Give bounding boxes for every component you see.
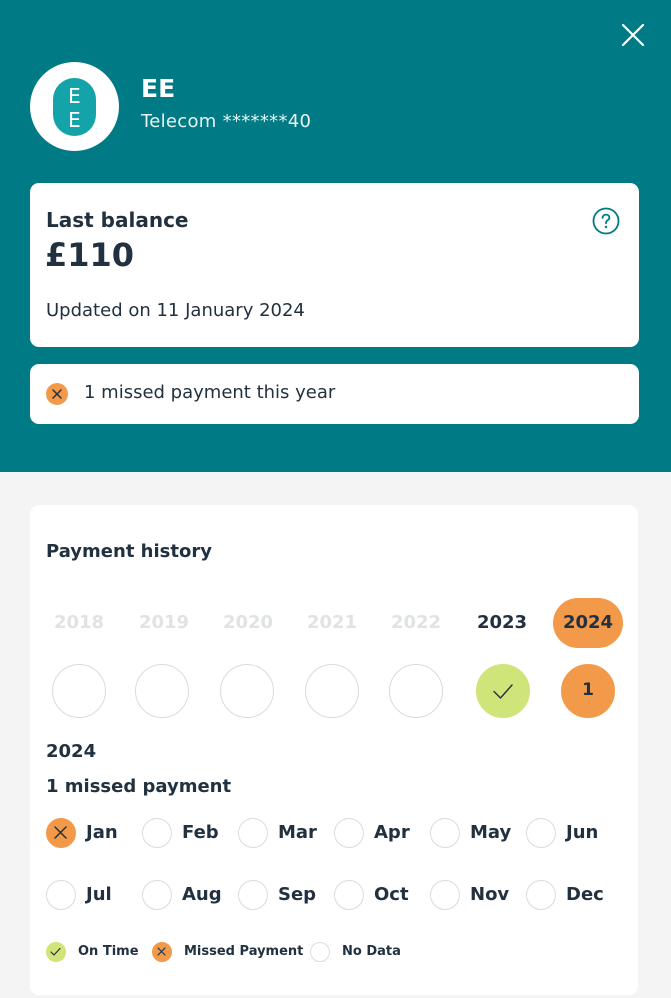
- month-label: Apr: [374, 822, 410, 843]
- ee-logo-icon: E E: [53, 78, 96, 136]
- svg-text:E: E: [68, 108, 81, 132]
- account-number: Telecom *******40: [141, 111, 312, 132]
- year-tab-2020[interactable]: 2020: [213, 598, 283, 648]
- payment-history-title: Payment history: [46, 541, 212, 562]
- year-status-2019[interactable]: [135, 664, 189, 718]
- missed-payments-text: 1 missed payment this year: [84, 382, 336, 403]
- legend-label: Missed Payment: [184, 944, 304, 959]
- ee-logo: E E: [30, 62, 119, 151]
- balance-updated-date: Updated on 11 January 2024: [46, 300, 305, 321]
- no-data-dot-icon: [310, 942, 330, 962]
- month-label: May: [470, 822, 512, 843]
- selected-year-summary: 1 missed payment: [46, 776, 232, 797]
- no-data-dot-icon: [334, 880, 364, 910]
- year-tab-2018[interactable]: 2018: [44, 598, 114, 648]
- payment-history-card: Payment history 2018 2019 2020 2021 2022…: [30, 505, 638, 995]
- no-data-dot-icon: [238, 880, 268, 910]
- no-data-dot-icon: [526, 818, 556, 848]
- missed-dot-icon: [46, 818, 76, 848]
- year-status-2020[interactable]: [220, 664, 274, 718]
- month-label: Oct: [374, 884, 409, 905]
- month-label: Dec: [566, 884, 604, 905]
- month-label: Jun: [566, 822, 599, 843]
- year-status-2018[interactable]: [52, 664, 106, 718]
- month-label: Aug: [182, 884, 222, 905]
- svg-text:E: E: [68, 84, 81, 108]
- year-tab-2021[interactable]: 2021: [297, 598, 367, 648]
- month-label: Mar: [278, 822, 317, 843]
- year-status-2023[interactable]: [476, 664, 530, 718]
- month-label: Jul: [86, 884, 112, 905]
- close-icon[interactable]: [617, 19, 649, 51]
- no-data-dot-icon: [334, 818, 364, 848]
- month-label: Sep: [278, 884, 317, 905]
- missed-payments-banner: 1 missed payment this year: [30, 364, 639, 424]
- no-data-dot-icon: [142, 818, 172, 848]
- missed-icon: [46, 383, 68, 405]
- year-tab-2019[interactable]: 2019: [129, 598, 199, 648]
- question-icon[interactable]: [592, 207, 620, 235]
- legend-label: No Data: [342, 944, 401, 959]
- balance-value: £110: [45, 236, 135, 274]
- account-name: EE: [141, 74, 176, 103]
- year-tab-2024[interactable]: 2024: [553, 598, 623, 648]
- month-label: Nov: [470, 884, 510, 905]
- missed-dot-icon: [152, 942, 172, 962]
- balance-label: Last balance: [46, 208, 189, 232]
- selected-year-heading: 2024: [46, 741, 97, 762]
- year-tab-2023[interactable]: 2023: [467, 598, 537, 648]
- credit-account-header: E E EE Telecom *******40 Last balance £1…: [0, 0, 671, 472]
- no-data-dot-icon: [238, 818, 268, 848]
- year-status-2021[interactable]: [305, 664, 359, 718]
- legend-label: On Time: [78, 944, 139, 959]
- year-tab-2022[interactable]: 2022: [381, 598, 451, 648]
- month-label: Jan: [86, 822, 118, 843]
- month-label: Feb: [182, 822, 219, 843]
- no-data-dot-icon: [142, 880, 172, 910]
- check-icon: [493, 684, 513, 699]
- no-data-dot-icon: [430, 880, 460, 910]
- no-data-dot-icon: [46, 880, 76, 910]
- no-data-dot-icon: [526, 880, 556, 910]
- year-status-2022[interactable]: [389, 664, 443, 718]
- balance-card: Last balance £110 Updated on 11 January …: [30, 183, 639, 347]
- on-time-dot-icon: [46, 942, 66, 962]
- year-status-2024[interactable]: 1: [561, 664, 615, 718]
- no-data-dot-icon: [430, 818, 460, 848]
